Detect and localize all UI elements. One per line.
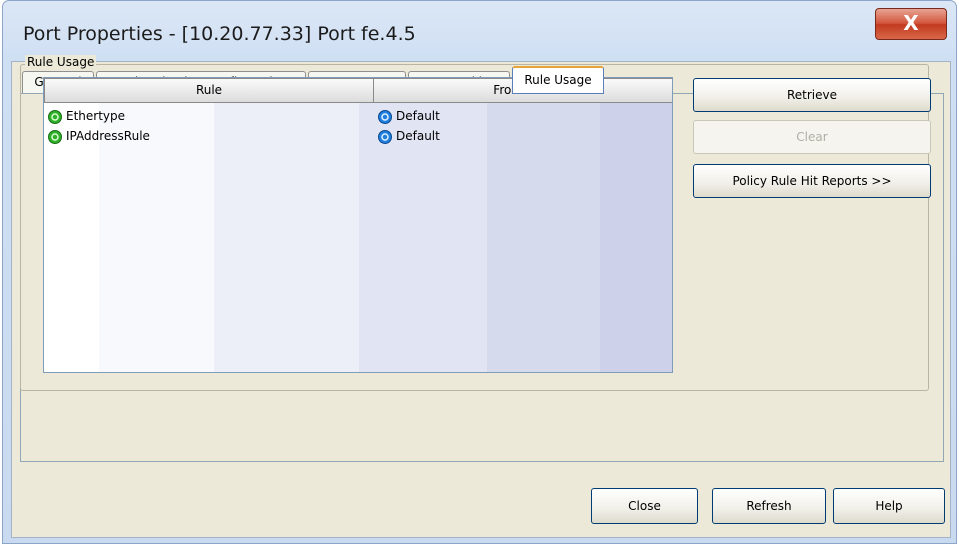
table-row-role[interactable]: Default <box>378 106 440 126</box>
policy-rule-hit-reports-button[interactable]: Policy Rule Hit Reports >> <box>693 164 931 198</box>
column-band <box>487 78 600 372</box>
refresh-button[interactable]: Refresh <box>712 488 826 524</box>
rule-name: IPAddressRule <box>66 129 150 143</box>
column-band <box>214 78 359 372</box>
port-properties-window: Port Properties - [10.20.77.33] Port fe.… <box>2 0 957 544</box>
green-rule-icon <box>48 109 62 124</box>
blue-role-icon <box>378 109 392 124</box>
column-band <box>600 78 672 372</box>
close-icon: X <box>903 11 919 35</box>
role-name: Default <box>396 109 440 123</box>
window-close-button[interactable]: X <box>875 8 947 40</box>
table-row[interactable]: Ethertype <box>48 106 125 126</box>
table-row[interactable]: IPAddressRule <box>48 126 150 146</box>
rule-usage-table[interactable]: Rule From Role Ethertype Default IPAddre… <box>43 77 673 373</box>
tab-rule-usage[interactable]: Rule Usage <box>512 66 604 94</box>
help-button[interactable]: Help <box>833 488 945 524</box>
retrieve-button[interactable]: Retrieve <box>693 78 931 112</box>
clear-button[interactable]: Clear <box>693 120 931 154</box>
rule-name: Ethertype <box>66 109 126 123</box>
blue-role-icon <box>378 129 392 144</box>
column-header-rule[interactable]: Rule <box>44 78 374 103</box>
group-label: Rule Usage <box>25 55 97 69</box>
role-name: Default <box>396 129 440 143</box>
table-row-role[interactable]: Default <box>378 126 440 146</box>
green-rule-icon <box>48 129 62 144</box>
window-title: Port Properties - [10.20.77.33] Port fe.… <box>23 23 416 45</box>
close-button[interactable]: Close <box>591 488 698 524</box>
